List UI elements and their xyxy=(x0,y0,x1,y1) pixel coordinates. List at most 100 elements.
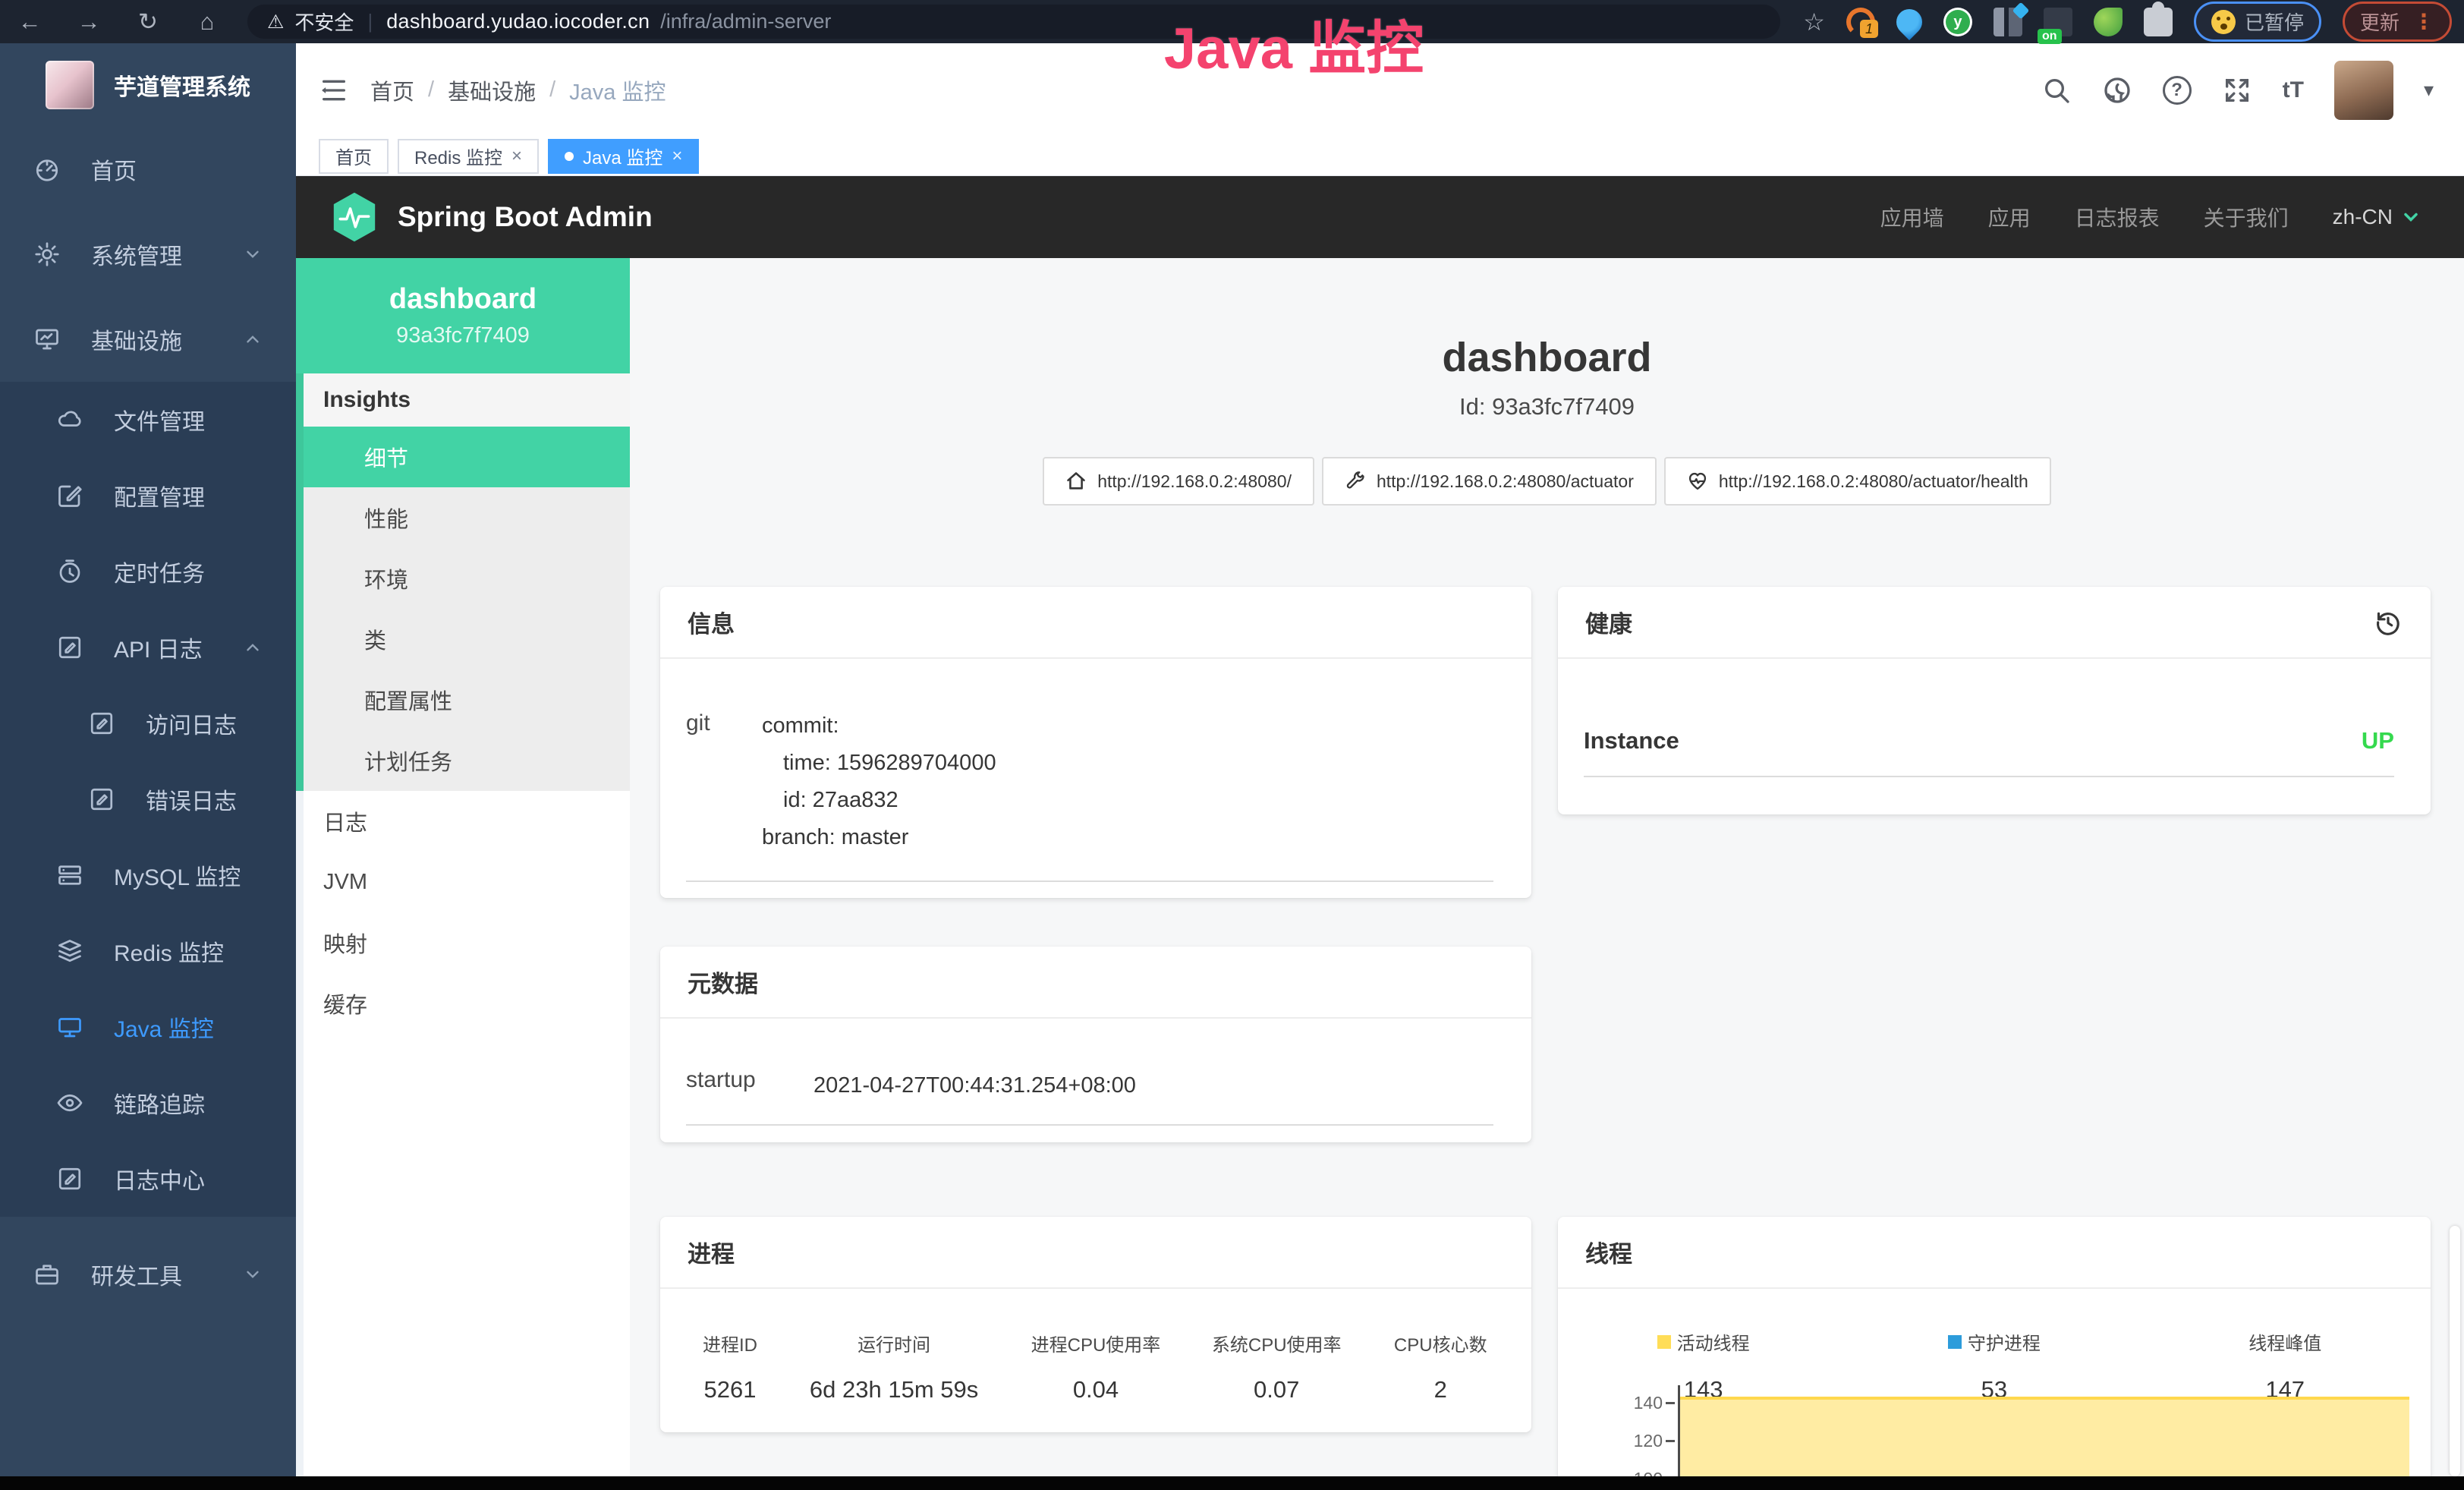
sba-item-label: 配置属性 xyxy=(364,684,452,716)
sba-nav-journal[interactable]: 日志报表 xyxy=(2075,202,2160,232)
instance-links-row: http://192.168.0.2:48080/ http://192.168… xyxy=(630,457,2464,506)
tab-home[interactable]: 首页 xyxy=(319,139,389,174)
sidebar-item-api-log[interactable]: API 日志 xyxy=(0,610,296,685)
app-logo-image xyxy=(46,61,94,109)
breadcrumb-home[interactable]: 首页 xyxy=(370,74,414,106)
sba-section-insights[interactable]: Insights xyxy=(296,373,630,427)
browser-menu-dots-icon[interactable]: ⋮ xyxy=(2413,9,2434,34)
scrollbar-thumb[interactable] xyxy=(2450,1226,2460,1476)
not-secure-warning-icon: ⚠ xyxy=(267,11,284,33)
sidebar-edge-stripe xyxy=(296,791,304,1476)
window-bottom-edge xyxy=(0,1476,2464,1490)
sidebar-item-access-log[interactable]: 访问日志 xyxy=(0,685,296,761)
browser-reload-icon[interactable]: ↻ xyxy=(118,8,178,36)
collapse-sidebar-icon[interactable] xyxy=(319,75,349,106)
sidebar-item-tracing[interactable]: 链路追踪 xyxy=(0,1065,296,1141)
metadata-card-body: startup 2021-04-27T00:44:31.254+08:00 xyxy=(660,1019,1531,1126)
sba-nav-applications[interactable]: 应用 xyxy=(1988,202,2031,232)
briefcase-icon xyxy=(33,1261,61,1288)
sba-item-details[interactable]: 细节 xyxy=(296,427,630,487)
health-card-body: Instance UP xyxy=(1558,659,2431,777)
health-url-button[interactable]: http://192.168.0.2:48080/actuator/health xyxy=(1664,457,2051,506)
sidebar-item-home[interactable]: 首页 xyxy=(0,127,296,212)
sidebar-item-error-log[interactable]: 错误日志 xyxy=(0,761,296,837)
sba-item-label: JVM xyxy=(323,870,367,895)
close-icon[interactable]: × xyxy=(672,146,682,167)
sidebar-item-file-management[interactable]: 文件管理 xyxy=(0,382,296,458)
github-icon[interactable] xyxy=(2102,75,2132,106)
sba-item-jvm[interactable]: JVM xyxy=(296,852,630,912)
tab-redis-monitor[interactable]: Redis 监控 × xyxy=(398,139,539,174)
status-badge: UP xyxy=(2362,727,2394,754)
sba-brand[interactable]: Spring Boot Admin xyxy=(331,191,653,243)
history-icon[interactable] xyxy=(2373,607,2403,638)
app-title: 芋道管理系统 xyxy=(114,68,250,102)
metadata-card: 元数据 startup 2021-04-27T00:44:31.254+08:0… xyxy=(660,947,1531,1142)
process-col-header: 进程ID xyxy=(675,1330,785,1356)
legend-live-threads: 活动线程 xyxy=(1657,1328,1750,1355)
breadcrumb-current: Java 监控 xyxy=(569,74,666,106)
divider xyxy=(686,1124,1493,1126)
sidebar-item-label: Redis 监控 xyxy=(114,934,224,968)
extension-leaf-icon[interactable] xyxy=(2094,8,2123,36)
sba-item-scheduled-tasks[interactable]: 计划任务 xyxy=(296,730,630,791)
sba-item-caches[interactable]: 缓存 xyxy=(296,973,630,1034)
live-threads-area xyxy=(1680,1397,2409,1476)
sidebar-item-log-center[interactable]: 日志中心 xyxy=(0,1141,296,1217)
avatar-caret-icon[interactable]: ▾ xyxy=(2424,78,2434,102)
sidebar-item-system[interactable]: 系统管理 xyxy=(0,212,296,297)
extension-switch-icon[interactable]: on xyxy=(2044,8,2072,36)
browser-forward-icon[interactable]: → xyxy=(59,8,118,36)
git-time-line: time: 1596289704000 xyxy=(762,745,996,782)
browser-home-icon[interactable]: ⌂ xyxy=(178,8,237,36)
update-button[interactable]: 更新 ⋮ xyxy=(2343,2,2452,42)
sba-instance-header[interactable]: dashboard 93a3fc7f7409 xyxy=(296,258,630,373)
extension-green-circle-icon[interactable]: y xyxy=(1943,8,1972,36)
extensions-puzzle-icon[interactable] xyxy=(2144,8,2173,36)
info-card-header: 信息 xyxy=(660,587,1531,659)
sidebar-item-infrastructure[interactable]: 基础设施 xyxy=(0,297,296,382)
sba-sidebar: dashboard 93a3fc7f7409 Insights 细节 性能 环境… xyxy=(296,258,630,1476)
sba-item-logs[interactable]: 日志 xyxy=(296,791,630,852)
chevron-down-icon xyxy=(2400,206,2422,228)
help-icon[interactable]: ? xyxy=(2163,76,2192,105)
sidebar-item-scheduled-jobs[interactable]: 定时任务 xyxy=(0,534,296,610)
sba-item-environment[interactable]: 环境 xyxy=(296,548,630,609)
browser-back-icon[interactable]: ← xyxy=(0,8,59,36)
close-icon[interactable]: × xyxy=(511,146,522,167)
sba-item-config-props[interactable]: 配置属性 xyxy=(296,669,630,730)
user-avatar[interactable] xyxy=(2334,61,2393,120)
sba-locale-select[interactable]: zh-CN xyxy=(2333,205,2422,229)
bookmark-star-icon[interactable]: ☆ xyxy=(1803,8,1825,36)
sba-nav-about[interactable]: 关于我们 xyxy=(2204,202,2289,232)
search-icon[interactable] xyxy=(2041,75,2072,106)
sidebar-item-config-management[interactable]: 配置管理 xyxy=(0,458,296,534)
sidebar-item-devtools[interactable]: 研发工具 xyxy=(0,1232,296,1317)
annotation-java-monitor: Java 监控 xyxy=(1164,2,1424,85)
app-logo-row[interactable]: 芋道管理系统 xyxy=(0,43,296,127)
extension-icon-orange[interactable]: 1 xyxy=(1846,8,1875,36)
extension-grid-icon[interactable] xyxy=(1994,8,2022,36)
sidebar-item-mysql-monitor[interactable]: MySQL 监控 xyxy=(0,837,296,913)
actuator-url-button[interactable]: http://192.168.0.2:48080/actuator xyxy=(1322,457,1657,506)
font-size-icon[interactable]: tT xyxy=(2283,77,2304,103)
extension-pin-icon[interactable] xyxy=(1891,3,1927,39)
sba-item-classes[interactable]: 类 xyxy=(296,609,630,669)
threads-legend: 活动线程 守护进程 线程峰值 xyxy=(1558,1328,2431,1355)
breadcrumb-infrastructure[interactable]: 基础设施 xyxy=(448,74,536,106)
fullscreen-icon[interactable] xyxy=(2222,75,2252,106)
browser-url-bar[interactable]: ⚠ 不安全 | dashboard.yudao.iocoder.cn/infra… xyxy=(247,5,1780,39)
sidebar-item-redis-monitor[interactable]: Redis 监控 xyxy=(0,913,296,989)
health-instance-row[interactable]: Instance UP xyxy=(1584,727,2394,754)
sba-item-metrics[interactable]: 性能 xyxy=(296,487,630,548)
sba-section-label: Insights xyxy=(323,387,411,413)
sba-item-mappings[interactable]: 映射 xyxy=(296,912,630,973)
service-url-button[interactable]: http://192.168.0.2:48080/ xyxy=(1043,457,1314,506)
sidebar-item-label: 访问日志 xyxy=(146,707,237,740)
sidebar-item-java-monitor[interactable]: Java 监控 xyxy=(0,989,296,1065)
tab-java-monitor[interactable]: Java 监控 × xyxy=(548,139,699,174)
sidebar-item-label: MySQL 监控 xyxy=(114,858,241,892)
paused-chip[interactable]: 已暂停 xyxy=(2194,2,2321,42)
url-separator: | xyxy=(367,10,373,33)
sba-nav-wallboard[interactable]: 应用墙 xyxy=(1880,202,1944,232)
